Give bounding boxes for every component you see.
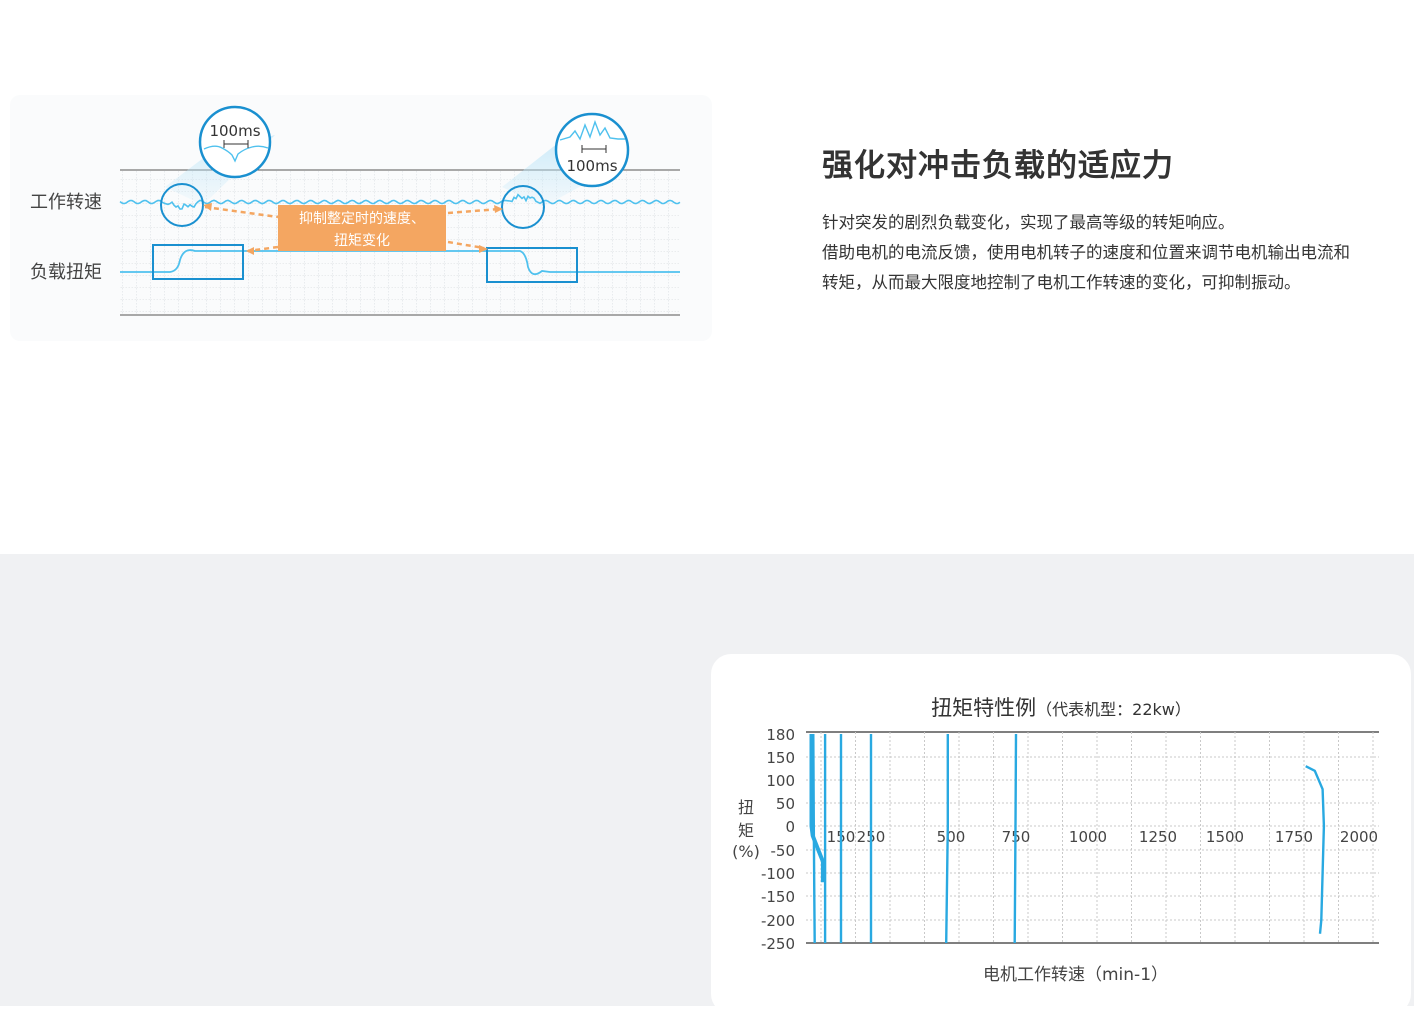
zoom-label-left: 100ms	[209, 122, 260, 140]
x-axis-label: 电机工作转速（min-1）	[983, 965, 1169, 985]
y-tick-label: 180	[766, 726, 795, 744]
torque-curve-6	[945, 734, 950, 944]
zoom-circle-right	[554, 112, 630, 188]
callout-line2: 扭矩变化	[334, 233, 390, 249]
x-tick-label: 1250	[1139, 828, 1177, 846]
y-axis-label-1: 扭	[737, 798, 754, 817]
row-label-load: 负载扭矩	[30, 262, 102, 283]
x-tick-label: 1500	[1206, 828, 1244, 846]
description-line-2: 借助电机的电流反馈，使用电机转子的速度和位置来调节电机输出电流和	[822, 243, 1350, 262]
y-tick-label: 100	[766, 772, 795, 790]
zoom-circle-left	[198, 105, 272, 179]
y-tick-label: -250	[761, 935, 795, 953]
x-tick-label: 500	[937, 828, 966, 846]
torque-chart-card: 扭矩特性例（代表机型：22kw） 180 150 100 50 0 -50 -100 -150…	[711, 654, 1411, 1014]
x-tick-label: 2000	[1340, 828, 1378, 846]
row-label-speed: 工作转速	[30, 192, 102, 213]
feature-heading: 强化对冲击负载的适应力	[822, 148, 1174, 184]
response-diagram: 抑制整定时的速度、 扭矩变化 100ms 100ms 工作转速 负载扭矩	[10, 95, 712, 341]
y-tick-label: 150	[766, 749, 795, 767]
y-tick-label: -150	[761, 888, 795, 906]
x-tick-label: 1000	[1069, 828, 1107, 846]
torque-curve-2	[812, 733, 816, 944]
y-tick-label: -200	[761, 912, 795, 930]
zoom-label-right: 100ms	[566, 157, 617, 175]
response-diagram-svg: 抑制整定时的速度、 扭矩变化 100ms 100ms 工作转速 负载扭矩	[30, 105, 681, 316]
y-axis-label-3: (%)	[732, 842, 760, 861]
torque-curve-7	[1013, 733, 1018, 944]
y-tick-label: -100	[761, 865, 795, 883]
y-axis-label-2: 矩	[737, 821, 754, 840]
callout-line1: 抑制整定时的速度、	[299, 211, 425, 227]
y-tick-label: 50	[776, 795, 795, 813]
y-tick-label: -50	[771, 842, 796, 860]
description-line-1: 针对突发的剧烈负载变化，实现了最高等级的转矩响应。	[822, 213, 1235, 232]
feature-description: 针对突发的剧烈负载变化，实现了最高等级的转矩响应。 借助电机的电流反馈，使用电机…	[822, 208, 1402, 298]
x-tick-label: 1750	[1275, 828, 1313, 846]
description-line-3: 转矩，从而最大限度地控制了电机工作转速的变化，可抑制振动。	[822, 273, 1301, 292]
torque-chart: 180150100500-50-100-150-200-250150 250 500…	[761, 726, 1379, 953]
y-tick-label: 0	[785, 818, 795, 836]
